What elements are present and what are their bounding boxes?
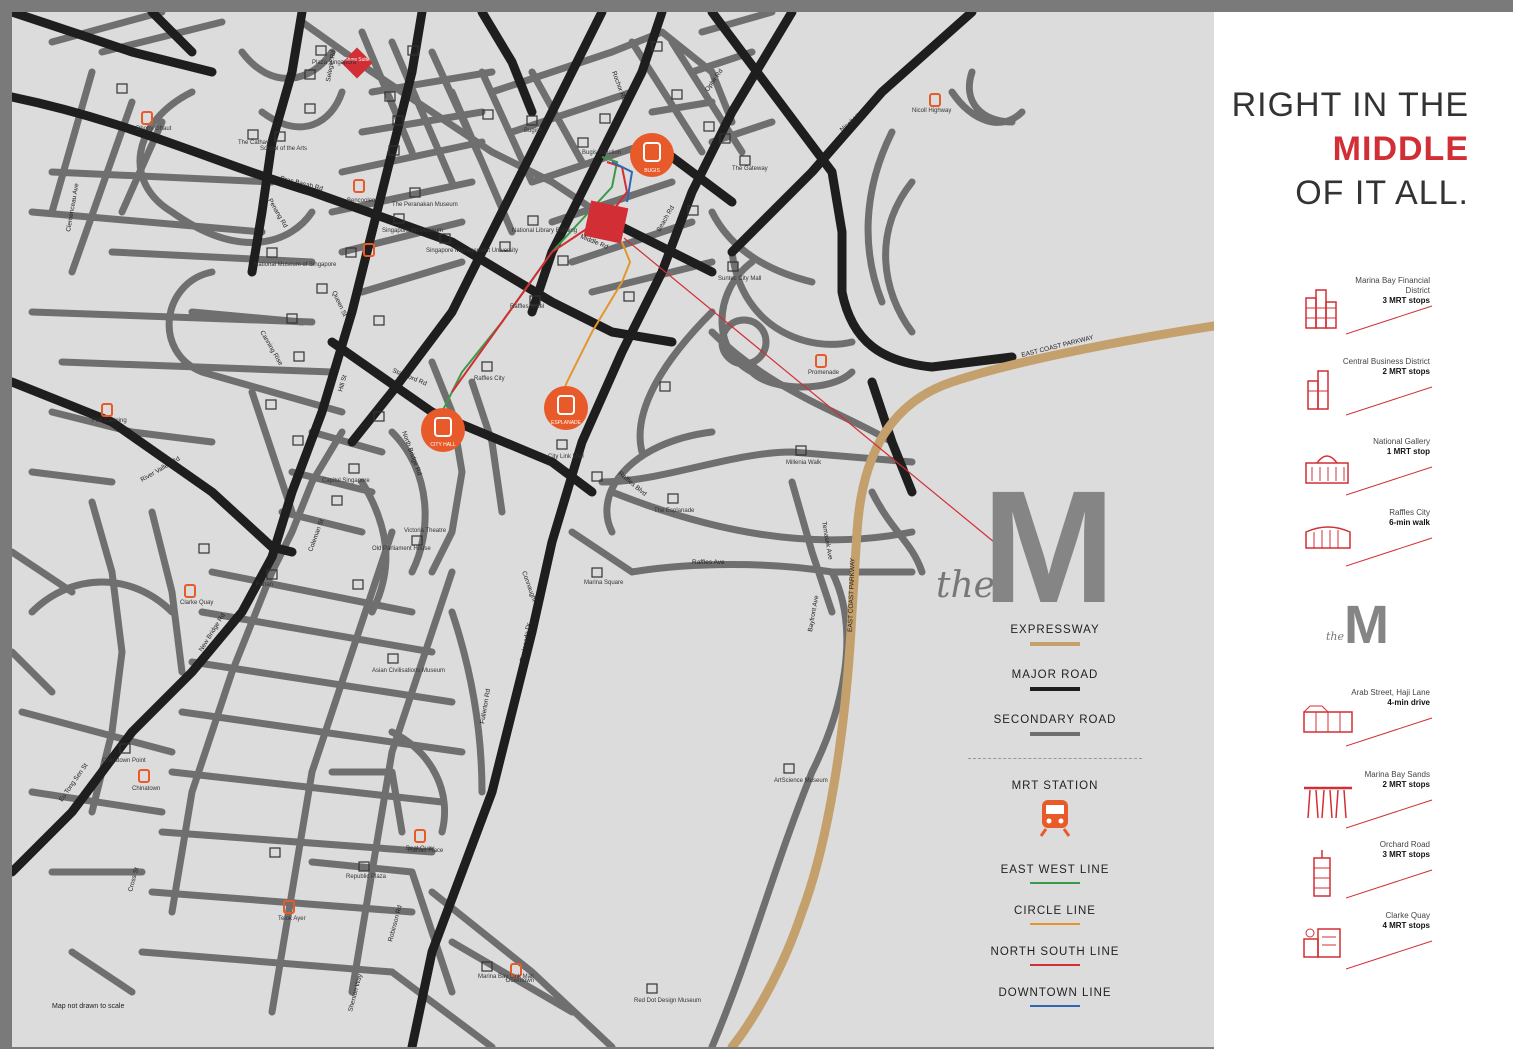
- svg-text:Victoria Theatre: Victoria Theatre: [404, 528, 447, 534]
- svg-text:City Link Mall: City Link Mall: [548, 454, 584, 460]
- legend-downtown-line: DOWNTOWN LINE: [968, 987, 1142, 1007]
- svg-text:Funan: Funan: [256, 582, 273, 588]
- svg-text:Asian Civilisations Museum: Asian Civilisations Museum: [372, 668, 445, 674]
- small-logo: the M: [1326, 595, 1389, 655]
- svg-text:Clarke Quay: Clarke Quay: [180, 600, 213, 606]
- svg-text:The Esplanade: The Esplanade: [654, 508, 695, 514]
- svg-text:Bencoolen: Bencoolen: [347, 198, 375, 204]
- legend-divider: [968, 758, 1142, 759]
- svg-text:National Museum of Singapore: National Museum of Singapore: [254, 262, 337, 268]
- svg-text:ArtScience Museum: ArtScience Museum: [774, 778, 828, 784]
- svg-text:National Library Building: National Library Building: [512, 228, 577, 234]
- headline-line2: MIDDLE: [1332, 130, 1469, 168]
- legend-north-south-line: NORTH SOUTH LINE: [968, 946, 1142, 966]
- svg-text:Singapore Management Universit: Singapore Management University: [426, 248, 518, 254]
- svg-text:Bugis+: Bugis+: [524, 128, 543, 134]
- svg-text:Marina Square: Marina Square: [584, 580, 624, 586]
- legend-east-west-line: EAST WEST LINE: [968, 864, 1142, 884]
- svg-text:Downtown: Downtown: [506, 978, 534, 984]
- svg-text:ESPLANADE: ESPLANADE: [551, 420, 582, 426]
- svg-text:Singapore Art Museum: Singapore Art Museum: [382, 228, 443, 234]
- svg-text:Fort Canning: Fort Canning: [92, 418, 127, 424]
- amenity-orchard-road: Orchard Road 3 MRT stops: [1294, 840, 1434, 910]
- svg-text:BUGIS: BUGIS: [644, 168, 660, 174]
- city-map[interactable]: EAST COAST PARKWAY EAST COAST PARKWAY Sh…: [12, 12, 1214, 1047]
- legend-secondary-road: SECONDARY ROAD: [968, 714, 1142, 736]
- disclaimer: Map not drawn to scale: [52, 1003, 124, 1010]
- amenity-marina-bay-financial: Marina Bay Financial District 3 MRT stops: [1294, 276, 1434, 346]
- svg-text:Red Dot Design Museum: Red Dot Design Museum: [634, 998, 701, 1004]
- svg-text:CITY HALL: CITY HALL: [430, 442, 455, 448]
- mrt-station-bugis[interactable]: BUGIS: [630, 133, 674, 177]
- legend-mrt-station: MRT STATION: [968, 780, 1142, 843]
- svg-text:Telok Ayer: Telok Ayer: [278, 916, 306, 922]
- train-icon: [1039, 800, 1071, 837]
- logo-letter: M: [982, 457, 1115, 636]
- amenity-national-gallery: National Gallery 1 MRT stop: [1294, 437, 1434, 507]
- svg-text:Raffles Place: Raffles Place: [408, 848, 444, 854]
- legend-major-road: MAJOR ROAD: [968, 669, 1142, 691]
- office-towers-icon: [1307, 370, 1329, 410]
- svg-text:Raffles City: Raffles City: [474, 376, 505, 382]
- svg-text:Suntec City Mall: Suntec City Mall: [718, 276, 761, 282]
- svg-text:Nicoll Highway: Nicoll Highway: [912, 108, 951, 114]
- svg-text:Raffles Ave: Raffles Ave: [692, 559, 725, 566]
- headline-line1: RIGHT IN THE: [1231, 86, 1469, 124]
- right-panel: RIGHT IN THE MIDDLE OF IT ALL. Marina Ba…: [1214, 12, 1513, 1049]
- svg-text:Dhoby Ghaut: Dhoby Ghaut: [136, 126, 172, 132]
- headline-line3: OF IT ALL.: [1295, 174, 1469, 212]
- svg-text:Old Parliament House: Old Parliament House: [372, 546, 431, 552]
- svg-text:The Gateway: The Gateway: [732, 166, 768, 172]
- svg-text:School of the Arts: School of the Arts: [260, 146, 307, 152]
- svg-text:Chinatown Point: Chinatown Point: [102, 758, 146, 764]
- skyscrapers-icon: [1305, 289, 1337, 329]
- amenity-raffles-city: Raffles City 6-min walk: [1294, 508, 1434, 578]
- amenity-marina-bay-sands: Marina Bay Sands 2 MRT stops: [1294, 770, 1434, 840]
- svg-text:Millenia Walk: Millenia Walk: [786, 460, 822, 466]
- svg-text:Raffles Hotel: Raffles Hotel: [510, 304, 544, 310]
- svg-text:Republic Plaza: Republic Plaza: [346, 874, 387, 880]
- mrt-station-esplanade[interactable]: ESPLANADE: [544, 386, 588, 430]
- tower-icon: [1313, 850, 1331, 897]
- amenity-cbd: Central Business District 2 MRT stops: [1294, 357, 1434, 427]
- svg-text:Bugis Junction: Bugis Junction: [582, 150, 621, 156]
- svg-text:Chinatown: Chinatown: [132, 786, 160, 792]
- legend-expressway: EXPRESSWAY: [968, 624, 1142, 646]
- amenity-clarke-quay: Clarke Quay 4 MRT stops: [1294, 911, 1434, 981]
- svg-text:The Peranakan Museum: The Peranakan Museum: [392, 202, 458, 208]
- map-panel[interactable]: EAST COAST PARKWAY EAST COAST PARKWAY Sh…: [12, 12, 1214, 1047]
- legend-circle-line: CIRCLE LINE: [968, 905, 1142, 925]
- svg-text:Promenade: Promenade: [808, 370, 840, 376]
- svg-text:Capitol Singapore: Capitol Singapore: [322, 478, 370, 484]
- mrt-station-city-hall[interactable]: CITY HALL: [421, 408, 465, 452]
- amenity-arab-street: Arab Street, Haji Lane 4-min drive: [1294, 688, 1434, 758]
